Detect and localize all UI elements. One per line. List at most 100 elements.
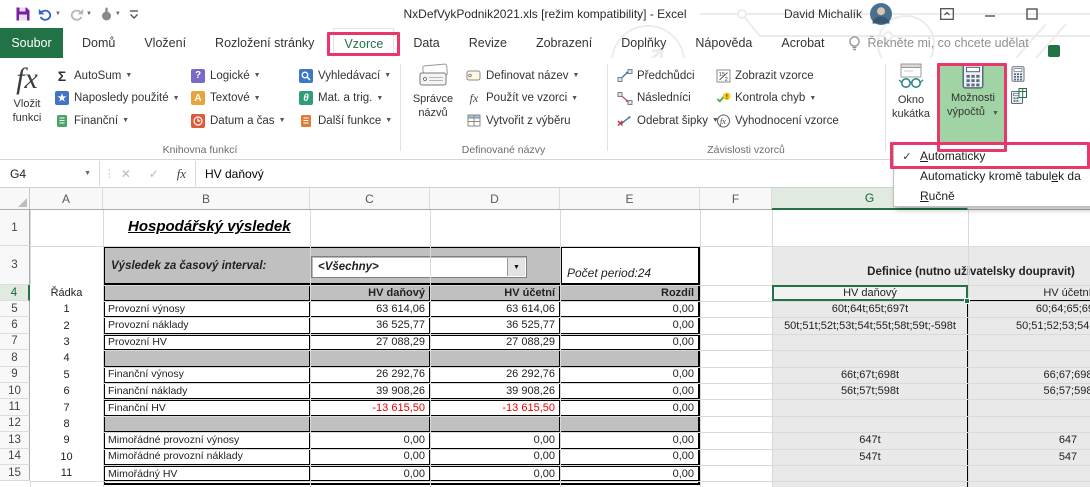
cell-D5[interactable]: 63 614,06 xyxy=(430,301,560,316)
row-header-3[interactable]: 3 xyxy=(0,246,30,285)
cell-A9[interactable]: 5 xyxy=(30,367,103,383)
ribbon-button-naposledy-pou-it-[interactable]: ★Naposledy použité▼ xyxy=(54,89,180,108)
menu-item-ru-n-[interactable]: Ručně xyxy=(894,186,1090,206)
tab-zobrazen-[interactable]: Zobrazení xyxy=(526,28,602,58)
tab-acrobat[interactable]: Acrobat xyxy=(771,28,834,58)
cell-E11[interactable]: 0,00 xyxy=(560,401,698,414)
cell-A13[interactable]: 9 xyxy=(30,432,103,448)
cell-D11[interactable]: -13 615,50 xyxy=(430,401,560,414)
tab-dom-[interactable]: Domů xyxy=(72,28,125,58)
insert-function-button[interactable]: fx Vložit funkci xyxy=(4,63,50,126)
undo-button[interactable]: ▼ xyxy=(38,8,61,21)
cell-A7[interactable]: 3 xyxy=(30,334,103,350)
cell-B6[interactable]: Provozní náklady xyxy=(105,317,310,332)
ribbon-button-textov-[interactable]: ATextové▼ xyxy=(190,89,286,108)
cell-C6[interactable]: 36 525,77 xyxy=(310,317,430,332)
cell-E9[interactable]: 0,00 xyxy=(560,367,698,382)
cell-H7[interactable] xyxy=(968,334,1090,350)
cell-E10[interactable]: 0,00 xyxy=(560,383,698,398)
row-header-14[interactable]: 14 xyxy=(0,449,30,465)
cell-E7[interactable]: 0,00 xyxy=(560,336,698,349)
cell-A5[interactable]: 1 xyxy=(30,301,103,317)
cell-A11[interactable]: 7 xyxy=(30,399,103,415)
ribbon-button-vyhled-vac-[interactable]: Vyhledávací▼ xyxy=(298,66,392,85)
tellme-box[interactable]: Řekněte mi, co chcete udělat xyxy=(848,28,1028,58)
touch-mode-button[interactable]: ▼ xyxy=(100,7,121,21)
col-header-C[interactable]: C xyxy=(310,188,430,209)
cell-E8[interactable] xyxy=(560,350,698,365)
cell-D10[interactable]: 39 908,26 xyxy=(430,383,560,398)
cell-H4[interactable]: HV účetní xyxy=(968,285,1090,301)
cell-E13[interactable]: 0,00 xyxy=(560,432,698,447)
ribbon-display-options-button[interactable] xyxy=(940,7,954,21)
cell-D8[interactable] xyxy=(430,350,560,365)
save-button[interactable] xyxy=(16,7,30,21)
period-count-cell[interactable]: Počet period:24 xyxy=(560,248,698,283)
cell-B9[interactable]: Finanční výnosy xyxy=(105,367,310,382)
cell-A6[interactable]: 2 xyxy=(30,317,103,333)
name-box[interactable]: G4 ▼ xyxy=(0,161,100,186)
interval-label-cell[interactable]: Výsledek za časový interval: <Všechny> ▼ xyxy=(105,248,560,283)
cell-A14[interactable]: 10 xyxy=(30,449,103,465)
row-header-5[interactable]: 5 xyxy=(0,301,30,317)
cell-B14[interactable]: Mimořádné provozní náklady xyxy=(105,449,310,464)
cell-H5[interactable]: 60;64;65;697 xyxy=(968,301,1090,317)
tab-n-pov-da[interactable]: Nápověda xyxy=(685,28,762,58)
cell-C7[interactable]: 27 088,29 xyxy=(310,336,430,349)
cell-H10[interactable]: 56;57;598 xyxy=(968,383,1090,399)
cell-E14[interactable]: 0,00 xyxy=(560,449,698,464)
cell-A12[interactable]: 8 xyxy=(30,416,103,432)
cell-B5[interactable]: Provozní výnosy xyxy=(105,301,310,316)
cell-C12[interactable] xyxy=(310,416,430,431)
cell-B12[interactable] xyxy=(105,416,310,431)
menu-item-automaticky[interactable]: ✓Automaticky xyxy=(894,146,1090,166)
row-header-7[interactable]: 7 xyxy=(0,334,30,350)
ribbon-button-vytvo-it-z-v-b-ru[interactable]: Vytvořit z výběru xyxy=(466,111,579,130)
select-all-corner[interactable] xyxy=(0,188,30,209)
row-header-10[interactable]: 10 xyxy=(0,383,30,399)
cancel-icon[interactable]: ✕ xyxy=(121,167,131,181)
cell-B7[interactable]: Provozní HV xyxy=(105,336,310,349)
ribbon-button-zobrazit-vzorce[interactable]: 152Zobrazit vzorce xyxy=(715,66,839,85)
ribbon-button-definovat-n-zev[interactable]: Definovat název▼ xyxy=(466,66,579,85)
cell-G5[interactable]: 60t;64t;65t;697t xyxy=(772,301,968,317)
cell-G14[interactable]: 547t xyxy=(772,449,968,465)
ribbon-button-p-edch-dci[interactable]: Předchůdci xyxy=(617,66,719,85)
cell-G9[interactable]: 66t;67t;698t xyxy=(772,367,968,383)
menu-item-automaticky-krom-tabulek-da[interactable]: Automaticky kromě tabulek da xyxy=(894,166,1090,186)
tab-dopl-ky[interactable]: Doplňky xyxy=(611,28,676,58)
combobox-dropdown-icon[interactable]: ▼ xyxy=(507,258,525,276)
cell-G7[interactable] xyxy=(772,334,968,350)
cell-C11[interactable]: -13 615,50 xyxy=(310,401,430,414)
row-header-9[interactable]: 9 xyxy=(0,367,30,383)
calculate-now-button[interactable] xyxy=(1011,66,1027,82)
row-header-1[interactable]: 1 xyxy=(0,210,30,246)
row-header-12[interactable]: 12 xyxy=(0,416,30,432)
cell-C13[interactable]: 0,00 xyxy=(310,432,430,447)
cell-E12[interactable] xyxy=(560,416,698,431)
tab-revize[interactable]: Revize xyxy=(459,28,517,58)
ribbon-button-mat-a-trig-[interactable]: θMat. a trig.▼ xyxy=(298,89,392,108)
row-header-4[interactable]: 4 xyxy=(0,285,30,301)
cell-E4[interactable]: Rozdíl xyxy=(560,285,698,300)
cell-G13[interactable]: 647t xyxy=(772,432,968,448)
redo-button[interactable]: ▼ xyxy=(69,8,92,21)
cell-G4-selected[interactable]: HV daňový xyxy=(772,285,968,301)
row-header-8[interactable]: 8 xyxy=(0,350,30,366)
cell-G8[interactable] xyxy=(772,350,968,366)
cell-E15[interactable]: 0,00 xyxy=(560,467,698,480)
cell-C15[interactable]: 0,00 xyxy=(310,467,430,480)
ribbon-button-odebrat-ipky[interactable]: Odebrat šipky▼ xyxy=(617,111,719,130)
interval-combobox[interactable]: <Všechny> ▼ xyxy=(311,256,527,278)
cell-C5[interactable]: 63 614,06 xyxy=(310,301,430,316)
cell-H9[interactable]: 66;67;698 xyxy=(968,367,1090,383)
cell-D9[interactable]: 26 292,76 xyxy=(430,367,560,382)
cell-A4[interactable]: Řádka xyxy=(30,285,103,301)
col-header-A[interactable]: A xyxy=(30,188,103,209)
account-button[interactable]: David Michalík xyxy=(784,3,892,25)
col-header-E[interactable]: E xyxy=(560,188,700,209)
tab-rozlo-en-str-nky[interactable]: Rozložení stránky xyxy=(205,28,324,58)
cell-G11[interactable] xyxy=(772,399,968,415)
col-header-F[interactable]: F xyxy=(700,188,772,209)
cell-H11[interactable] xyxy=(968,399,1090,415)
